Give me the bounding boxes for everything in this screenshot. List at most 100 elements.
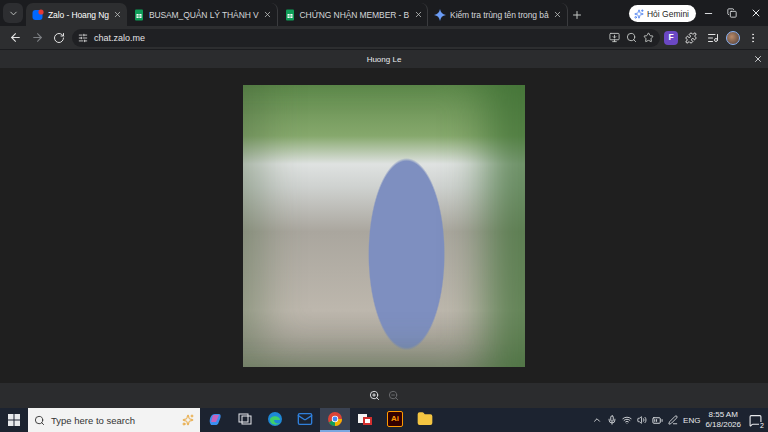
taskbar-app[interactable] <box>230 408 260 432</box>
tab[interactable]: Kiểm tra trùng tên trong bả <box>428 3 567 26</box>
start-button[interactable] <box>0 408 28 432</box>
tab-strip: Zalo - Hoang Ng BUSAM_QUẢN LÝ THÀNH V CHỨN… <box>0 0 768 26</box>
puzzle-icon <box>685 32 697 44</box>
image-stage <box>0 68 768 383</box>
close-icon <box>113 10 122 19</box>
toolbar: chat.zalo.me F <box>0 26 768 50</box>
mic-icon[interactable] <box>607 415 617 425</box>
back-button[interactable] <box>6 29 24 47</box>
zoom-in-button[interactable] <box>369 390 380 401</box>
sparkle-icon <box>634 9 644 19</box>
tab[interactable]: BUSAM_QUẢN LÝ THÀNH V <box>127 3 278 26</box>
minimize-icon <box>703 8 714 19</box>
new-tab-button[interactable] <box>568 4 586 26</box>
zoom-in-icon <box>369 390 380 401</box>
arrow-right-icon <box>31 31 44 44</box>
zoom-out-button[interactable] <box>388 390 399 401</box>
outlook-icon <box>297 411 313 427</box>
minimize-button[interactable] <box>696 0 720 26</box>
tab-close-button[interactable] <box>553 10 563 20</box>
tab-close-button[interactable] <box>113 10 123 20</box>
menu-icon <box>747 32 759 44</box>
viewer-close-button[interactable] <box>753 54 763 64</box>
install-icon[interactable] <box>609 32 620 43</box>
tab-search-button[interactable] <box>3 3 23 23</box>
taskbar-app[interactable] <box>200 408 230 432</box>
profile-avatar[interactable] <box>726 31 740 45</box>
restore-icon <box>727 8 737 18</box>
restore-button[interactable] <box>720 0 744 26</box>
battery-icon[interactable] <box>652 415 663 426</box>
viewer-title: Huong Le <box>367 55 402 64</box>
address-bar[interactable]: chat.zalo.me <box>72 29 660 47</box>
close-icon <box>414 10 423 19</box>
forward-button[interactable] <box>28 29 46 47</box>
taskbar-search[interactable]: Type here to search <box>28 408 200 432</box>
tab-close-button[interactable] <box>263 10 273 20</box>
wifi-icon[interactable] <box>622 415 632 425</box>
chevron-down-icon <box>8 8 19 19</box>
screen: Zalo - Hoang Ng BUSAM_QUẢN LÝ THÀNH V CHỨN… <box>0 0 768 432</box>
taskbar-app[interactable] <box>320 408 350 432</box>
viewer-header: Huong Le <box>0 50 768 68</box>
tab[interactable]: CHỨNG NHẬN MEMBER - B <box>278 3 429 26</box>
tab-label: Zalo - Hoang Ng <box>48 9 109 21</box>
taskbar-app[interactable] <box>260 408 290 432</box>
menu-button[interactable] <box>744 29 762 47</box>
tab-close-button[interactable] <box>413 10 423 20</box>
notification-button[interactable]: 2 <box>746 411 764 429</box>
edge-icon <box>267 411 283 427</box>
photo <box>243 85 525 367</box>
extension-button[interactable]: F <box>664 31 678 45</box>
illustrator-icon: Ai <box>387 411 403 427</box>
explorer-icon <box>417 411 433 427</box>
close-icon <box>263 10 272 19</box>
sheets-icon <box>284 9 296 21</box>
sheets-icon <box>133 9 145 21</box>
search-icon <box>34 415 45 426</box>
site-settings-icon <box>78 33 88 43</box>
reload-button[interactable] <box>50 29 68 47</box>
tabs: Zalo - Hoang Ng BUSAM_QUẢN LÝ THÀNH V CHỨN… <box>26 3 568 26</box>
address-text: chat.zalo.me <box>94 33 145 43</box>
windows-icon <box>8 414 20 426</box>
window-controls <box>696 0 768 26</box>
tab-label: BUSAM_QUẢN LÝ THÀNH V <box>149 9 259 21</box>
language-indicator[interactable]: ENG <box>683 416 700 425</box>
task-view-icon <box>237 411 253 427</box>
media-button[interactable] <box>704 29 722 47</box>
tab-label: CHỨNG NHẬN MEMBER - B <box>300 9 410 21</box>
clock[interactable]: 8:55 AM6/18/2026 <box>705 410 741 430</box>
tab-label: Kiểm tra trùng tên trong bả <box>450 9 548 21</box>
zalo-icon <box>32 9 44 21</box>
taskbar-app[interactable] <box>290 408 320 432</box>
volume-icon[interactable] <box>637 415 647 425</box>
copilot-icon <box>207 411 223 427</box>
chrome-icon <box>327 411 343 427</box>
notification-count: 2 <box>759 422 765 430</box>
extensions-button[interactable] <box>682 29 700 47</box>
gemini-button[interactable]: Hỏi Gemini <box>629 5 696 22</box>
zoom-bar <box>0 383 768 408</box>
pen-icon[interactable] <box>668 415 678 425</box>
taskbar-app[interactable]: Ai <box>380 408 410 432</box>
close-icon <box>553 10 562 19</box>
close-icon <box>753 54 763 64</box>
close-window-button[interactable] <box>744 0 768 26</box>
star-icon[interactable] <box>643 32 654 43</box>
chevron-up-icon[interactable] <box>592 415 602 425</box>
tab[interactable]: Zalo - Hoang Ng <box>26 3 127 26</box>
zoom-icon[interactable] <box>626 32 637 43</box>
close-icon <box>750 7 762 19</box>
media-icon <box>707 32 719 44</box>
remote-app-icon <box>357 411 373 427</box>
system-tray: ENG 8:55 AM6/18/2026 2 <box>592 410 768 430</box>
arrow-left-icon <box>9 31 22 44</box>
taskbar: Type here to search Ai ENG 8:55 AM6/18/2026… <box>0 408 768 432</box>
zoom-out-icon <box>388 390 399 401</box>
taskbar-app[interactable] <box>350 408 380 432</box>
taskbar-app[interactable] <box>410 408 440 432</box>
sparkle-icon <box>182 414 194 426</box>
gemini-icon <box>434 9 446 21</box>
reload-icon <box>53 32 65 44</box>
